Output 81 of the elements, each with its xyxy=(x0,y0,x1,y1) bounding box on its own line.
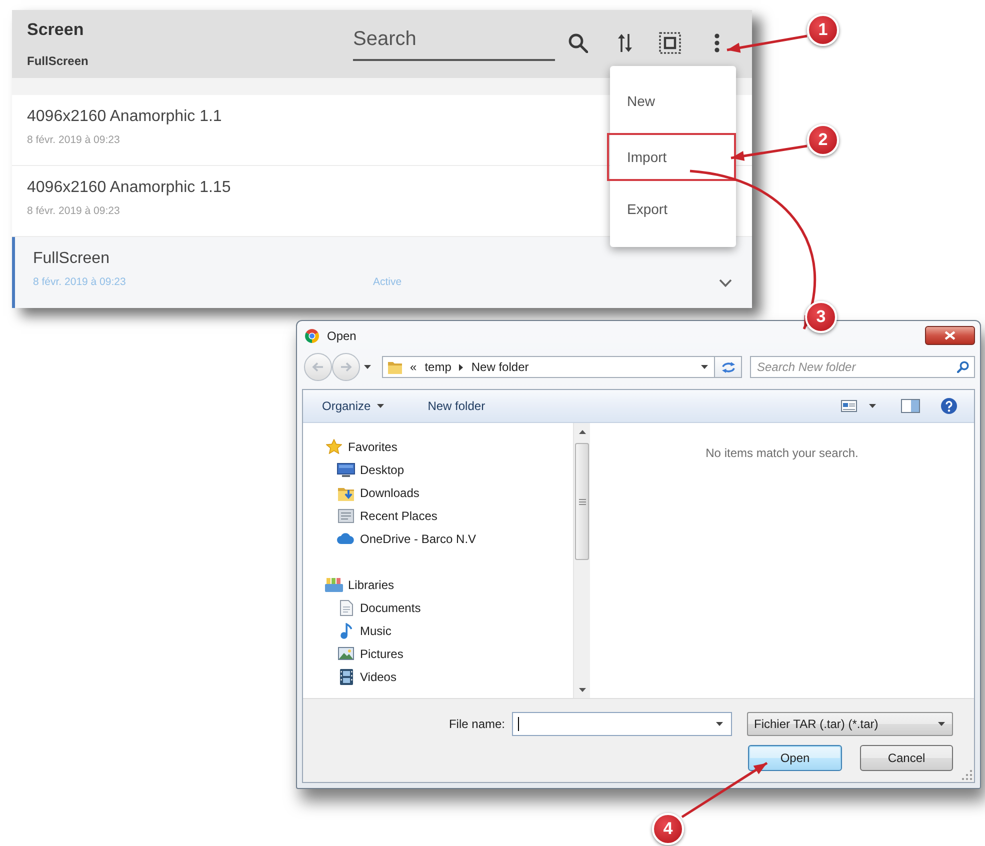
preview-pane-icon[interactable] xyxy=(901,399,920,413)
search-field[interactable]: Search New folder xyxy=(750,356,975,378)
chevron-down-icon[interactable] xyxy=(719,279,732,287)
close-button[interactable] xyxy=(925,326,975,345)
empty-message: No items match your search. xyxy=(706,446,858,460)
film-icon xyxy=(340,668,352,684)
folder-icon xyxy=(388,360,402,374)
document-icon xyxy=(340,600,352,616)
scrollbar[interactable] xyxy=(573,423,590,698)
nav-item[interactable]: Music xyxy=(303,619,573,642)
star-icon xyxy=(326,439,342,454)
list-item[interactable]: FullScreen 8 févr. 2019 à 09:23 Active xyxy=(12,237,752,308)
item-date: 8 févr. 2019 à 09:23 xyxy=(27,205,121,217)
caret-icon xyxy=(376,404,384,408)
nav-item[interactable]: Downloads xyxy=(303,481,573,504)
breadcrumb-item[interactable]: temp xyxy=(424,360,452,374)
item-name: FullScreen xyxy=(33,249,110,269)
callout-number: 4 xyxy=(652,813,684,845)
file-type-dropdown[interactable]: Fichier TAR (.tar) (*.tar) xyxy=(747,712,953,736)
dialog-button[interactable]: Open xyxy=(748,745,842,771)
scroll-down-icon[interactable] xyxy=(578,688,586,692)
item-date: 8 févr. 2019 à 09:23 xyxy=(33,276,127,288)
field-label: File name: xyxy=(448,717,505,731)
scrollbar-thumb[interactable] xyxy=(575,443,589,560)
view-icon[interactable] xyxy=(841,400,857,412)
file-name-field[interactable] xyxy=(512,712,732,736)
arrow-left-icon xyxy=(312,362,324,372)
select-frame-icon[interactable] xyxy=(659,32,681,54)
cloud-icon xyxy=(337,533,355,544)
picture-icon xyxy=(338,647,354,660)
refresh-icon xyxy=(720,362,736,372)
menu-item[interactable]: Import xyxy=(607,133,736,181)
scroll-up-icon[interactable] xyxy=(578,430,586,434)
search-icon[interactable] xyxy=(957,361,969,373)
grip-icon xyxy=(578,498,586,504)
dialog-button[interactable]: Cancel xyxy=(860,745,953,771)
text-cursor xyxy=(518,717,519,731)
menu-item[interactable]: Export xyxy=(610,182,736,236)
caret-icon[interactable] xyxy=(701,365,708,369)
search-icon[interactable] xyxy=(568,33,588,53)
caret-icon[interactable] xyxy=(716,722,723,726)
library-icon xyxy=(325,578,343,592)
item-name: 4096x2160 Anamorphic 1.1 xyxy=(27,107,223,127)
breadcrumb-overflow[interactable]: « xyxy=(410,360,417,374)
organize-button[interactable]: Organize xyxy=(322,399,384,413)
sort-arrows-icon[interactable] xyxy=(617,33,633,53)
nav-item[interactable]: Videos xyxy=(303,665,573,688)
caret-icon xyxy=(938,722,945,726)
callout-number: 1 xyxy=(807,14,839,46)
search-field[interactable]: Search xyxy=(353,27,555,61)
nav-item[interactable]: Recent Places xyxy=(303,504,573,527)
nav-item[interactable]: OneDrive - Barco N.V xyxy=(303,527,573,550)
refresh-button[interactable] xyxy=(715,356,742,378)
new-folder-button[interactable]: New folder xyxy=(428,399,486,413)
callout-number: 3 xyxy=(805,301,837,333)
dialog-title: Open xyxy=(327,329,356,343)
app-logo-icon xyxy=(305,329,319,343)
help-icon[interactable] xyxy=(941,398,957,414)
arrow-right-icon xyxy=(340,362,352,372)
breadcrumb-item[interactable]: New folder xyxy=(471,360,529,374)
caret-icon[interactable] xyxy=(364,365,371,369)
address-bar[interactable]: « temp New folder xyxy=(382,356,715,378)
panel-subtitle: FullScreen xyxy=(27,54,90,68)
nav-item[interactable]: Desktop xyxy=(303,458,573,481)
callout-number: 2 xyxy=(807,124,839,156)
caret-icon[interactable] xyxy=(869,404,876,408)
item-date: 8 févr. 2019 à 09:23 xyxy=(27,134,121,146)
resize-grip-icon[interactable] xyxy=(962,770,972,780)
close-icon xyxy=(944,331,956,340)
nav-item[interactable]: Favorites xyxy=(303,435,573,458)
item-name: 4096x2160 Anamorphic 1.15 xyxy=(27,178,232,198)
panel-title: Screen xyxy=(27,20,85,40)
more-icon[interactable] xyxy=(714,33,720,53)
window-list-icon xyxy=(338,508,354,522)
nav-item[interactable]: Pictures xyxy=(303,642,573,665)
triangle-right-icon[interactable] xyxy=(459,364,464,370)
music-note-icon xyxy=(340,622,352,638)
monitor-icon xyxy=(337,462,355,476)
nav-item[interactable]: Documents xyxy=(303,596,573,619)
nav-item[interactable]: Libraries xyxy=(303,573,573,596)
status-label: Active xyxy=(373,276,402,288)
